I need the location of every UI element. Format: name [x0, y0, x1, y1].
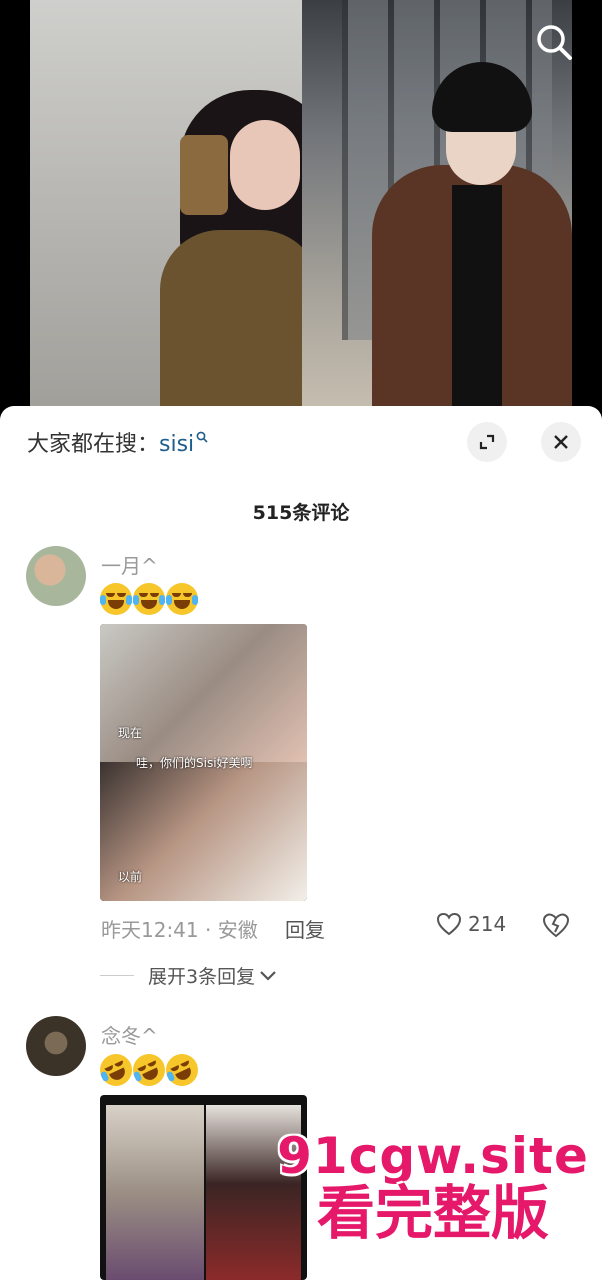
expand-replies-button[interactable]: 展开3条回复	[100, 962, 277, 989]
avatar[interactable]	[26, 1016, 86, 1076]
hot-search-bar[interactable]: 大家都在搜：sisi	[27, 426, 208, 458]
watermark-url: 91cgw.site	[277, 1127, 589, 1185]
comment-emojis	[94, 1048, 204, 1092]
image-upper-panel	[100, 624, 307, 762]
comment-username[interactable]: 念冬^	[101, 1020, 158, 1049]
laugh-cry-emoji-icon	[133, 583, 165, 615]
comment-username[interactable]: 一月^	[101, 550, 158, 579]
video-left-frame	[30, 0, 330, 420]
comment-image[interactable]: 现在 哇，你们的Sisi好美啊 以前	[100, 624, 307, 901]
search-icon[interactable]	[534, 22, 574, 62]
close-panel-button[interactable]	[541, 422, 581, 462]
comment-emojis	[100, 583, 198, 615]
image-caption: 以前	[118, 870, 143, 884]
reply-button[interactable]: 回复	[285, 914, 325, 943]
like-button[interactable]: 214	[436, 912, 506, 936]
rofl-emoji-icon	[94, 1048, 138, 1092]
watermark-overlay: 91cgw.site 看完整版	[268, 1130, 598, 1243]
comment-count: 515条评论	[252, 502, 350, 524]
image-caption: 哇，你们的Sisi好美啊	[136, 756, 253, 770]
watermark-text: 看完整版	[316, 1178, 549, 1247]
like-count: 214	[468, 912, 507, 936]
avatar[interactable]	[26, 546, 86, 606]
image-left-panel	[106, 1105, 204, 1280]
dislike-heart-icon[interactable]	[542, 912, 570, 938]
video-figure-shirt	[452, 185, 502, 420]
video-right-frame	[302, 0, 572, 420]
video-figure-phone	[180, 135, 228, 215]
expand-replies-label: 展开3条回复	[148, 966, 256, 988]
heart-icon	[436, 912, 462, 936]
close-icon	[554, 435, 568, 449]
hot-search-prefix: 大家都在搜：	[27, 432, 160, 457]
expand-icon	[479, 434, 495, 450]
rofl-emoji-icon	[127, 1048, 171, 1092]
rofl-emoji-icon	[160, 1048, 204, 1092]
laugh-cry-emoji-icon	[100, 583, 132, 615]
video-figure-body	[160, 230, 320, 420]
hot-search-keyword[interactable]: sisi	[159, 432, 194, 457]
video-figure-face	[230, 120, 300, 210]
image-caption: 现在	[118, 726, 143, 740]
expand-panel-button[interactable]	[467, 422, 507, 462]
comment-time-location: 昨天12:41 · 安徽	[101, 918, 258, 942]
chevron-down-icon	[260, 970, 276, 981]
divider-line	[100, 975, 134, 976]
video-player[interactable]	[0, 0, 602, 420]
search-icon	[196, 431, 208, 443]
laugh-cry-emoji-icon	[166, 583, 198, 615]
